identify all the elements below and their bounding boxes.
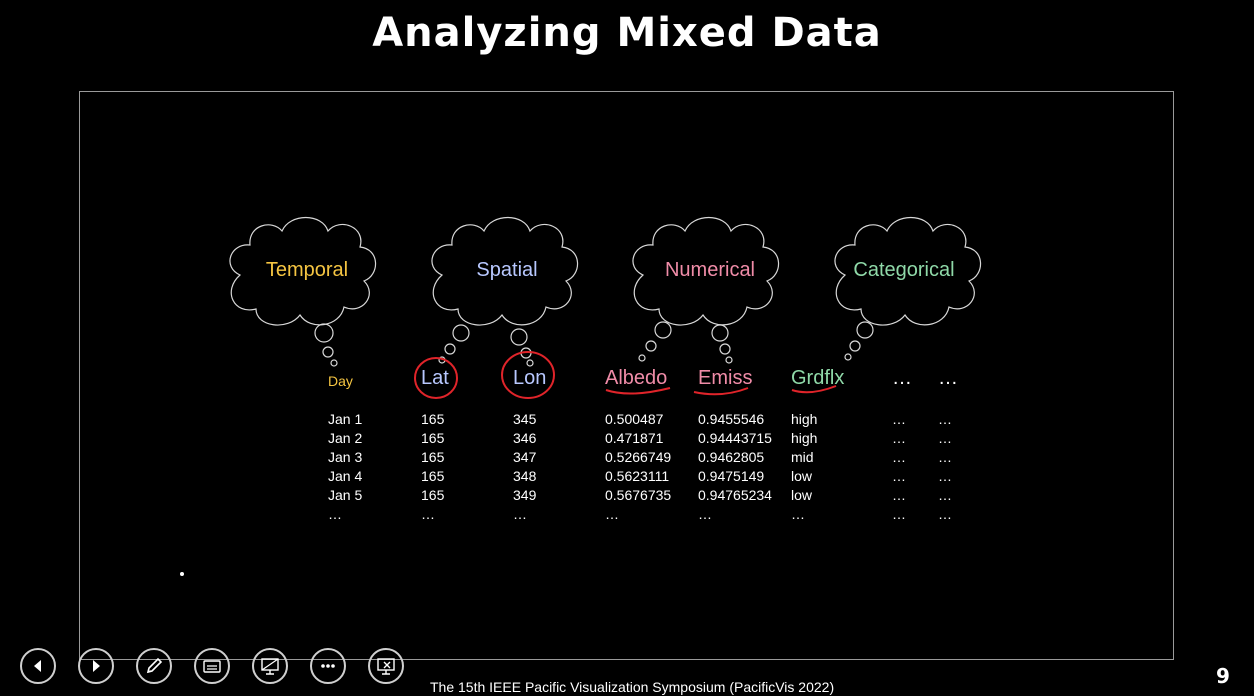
table-cell-more-1: … <box>892 487 906 503</box>
table-cell-more-1: … <box>892 449 906 465</box>
cloud-label-categorical: Categorical <box>853 259 955 281</box>
display-settings-button[interactable] <box>252 648 288 684</box>
table-cell-lat: 165 <box>421 411 445 427</box>
table-cell-more-1: … <box>892 468 906 484</box>
pen-button[interactable] <box>136 648 172 684</box>
end-show-icon <box>377 658 395 675</box>
table-cell-grdflx: high <box>791 411 818 427</box>
table-cell-day: … <box>328 506 342 522</box>
page-number: 9 <box>1216 664 1230 688</box>
table-cell-lon: … <box>513 506 527 522</box>
table-cell-more-2: … <box>938 449 952 465</box>
table-cell-lon: 346 <box>513 430 537 446</box>
table-cell-more-2: … <box>938 468 952 484</box>
table-cell-lat: 165 <box>421 449 445 465</box>
col-header-grdflx: Grdflx <box>791 367 845 389</box>
more-options-icon <box>321 664 335 668</box>
table-cell-emiss: … <box>698 506 712 522</box>
table-cell-emiss: 0.94443715 <box>698 430 772 446</box>
table-cell-more-2: … <box>938 430 952 446</box>
more-options-button[interactable] <box>310 648 346 684</box>
table-cell-more-2: … <box>938 487 952 503</box>
cloud-numerical <box>632 216 780 364</box>
table-cell-emiss: 0.9475149 <box>698 468 765 484</box>
table-cell-lat: 165 <box>421 468 445 484</box>
table-cell-albedo: 0.500487 <box>605 411 664 427</box>
thought-clouds <box>229 216 982 399</box>
slide-footer: The 15th IEEE Pacific Visualization Symp… <box>430 679 835 695</box>
table-cell-day: Jan 1 <box>328 411 363 427</box>
col-header-more-2: … <box>938 367 958 389</box>
col-header-albedo: Albedo <box>605 367 668 389</box>
next-icon <box>93 660 100 672</box>
table-cell-albedo: … <box>605 506 619 522</box>
table-cell-albedo: 0.5676735 <box>605 487 672 503</box>
table-cell-emiss: 0.94765234 <box>698 487 772 503</box>
table-cell-day: Jan 3 <box>328 449 363 465</box>
table-cell-grdflx: high <box>791 430 818 446</box>
table-cell-lat: 165 <box>421 430 445 446</box>
pointer-dot <box>180 572 184 576</box>
table-cell-grdflx: low <box>791 487 813 503</box>
cloud-categorical <box>834 216 982 361</box>
cloud-label-spatial: Spatial <box>476 259 538 281</box>
col-header-emiss: Emiss <box>698 367 753 389</box>
end-show-button[interactable] <box>368 648 404 684</box>
table-cell-lon: 347 <box>513 449 537 465</box>
table-cell-day: Jan 5 <box>328 487 363 503</box>
table-cell-more-1: … <box>892 411 906 427</box>
previous-button[interactable] <box>20 648 56 684</box>
table-cell-grdflx: low <box>791 468 813 484</box>
table-cell-lon: 349 <box>513 487 537 503</box>
table-cell-grdflx: … <box>791 506 805 522</box>
table-cell-lat: 165 <box>421 487 445 503</box>
table-cell-more-1: … <box>892 506 906 522</box>
subtitles-button[interactable] <box>194 648 230 684</box>
table-cell-albedo: 0.5266749 <box>605 449 672 465</box>
table-cell-grdflx: mid <box>791 449 814 465</box>
display-settings-icon <box>261 658 279 675</box>
col-header-day: Day <box>328 373 353 389</box>
table-cell-more-2: … <box>938 411 952 427</box>
table-cell-albedo: 0.5623111 <box>605 468 670 484</box>
next-button[interactable] <box>78 648 114 684</box>
cloud-label-numerical: Numerical <box>664 259 756 281</box>
col-header-lon: Lon <box>513 367 547 389</box>
col-header-lat: Lat <box>421 367 449 389</box>
previous-icon <box>34 660 41 672</box>
table-cell-more-2: … <box>938 506 952 522</box>
table-cell-lon: 348 <box>513 468 537 484</box>
cloud-temporal <box>229 216 377 367</box>
subtitles-icon <box>203 660 221 673</box>
table-cell-more-1: … <box>892 430 906 446</box>
table-cell-albedo: 0.471871 <box>605 430 664 446</box>
table-cell-lat: … <box>421 506 435 522</box>
table-cell-emiss: 0.9455546 <box>698 411 765 427</box>
table-cell-day: Jan 4 <box>328 468 363 484</box>
pen-icon <box>146 657 163 674</box>
cloud-label-temporal: Temporal <box>265 259 349 281</box>
table-cell-day: Jan 2 <box>328 430 363 446</box>
table-cell-lon: 345 <box>513 411 537 427</box>
table-cell-emiss: 0.9462805 <box>698 449 765 465</box>
col-header-more-1: … <box>892 367 912 389</box>
cloud-spatial <box>431 216 579 367</box>
